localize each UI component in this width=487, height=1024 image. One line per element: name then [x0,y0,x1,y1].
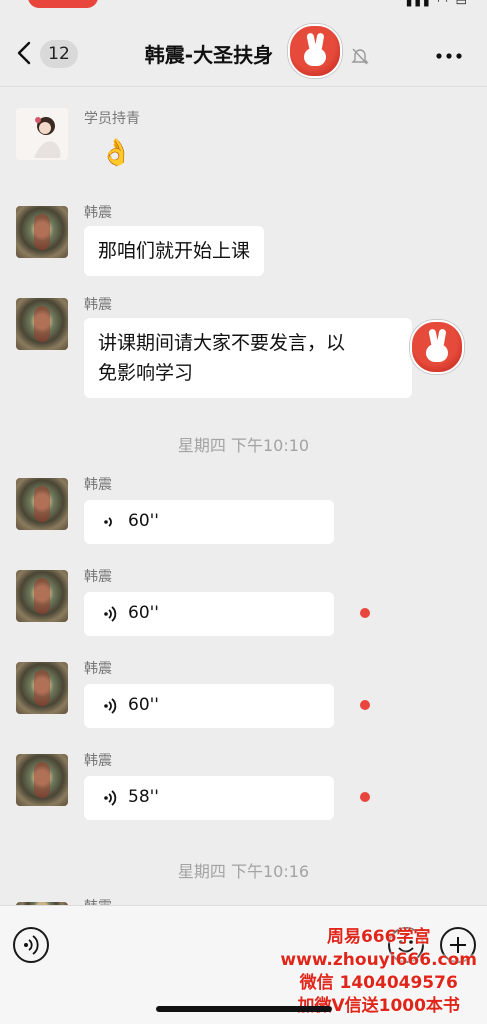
unread-dot [360,608,370,618]
rabbit-sticker-icon [288,24,342,78]
voice-input-icon [24,935,39,955]
avatar[interactable] [16,754,68,806]
voice-icon [104,517,112,527]
chat-header: 12 韩震-大圣扶身) [0,20,487,87]
voice-duration: 60'' [128,603,159,623]
message-line: 讲课期间请大家不要发言，以 [98,332,346,354]
chat-title-text: 韩震-大圣扶身 [144,43,274,67]
watermark: 周易666学宫 www.zhouyi666.com 微信 1404049576 … [280,926,477,1018]
avatar[interactable] [16,108,68,160]
status-icons: ▮▮▮ ◠ ▭ [405,0,469,8]
avatar[interactable] [16,570,68,622]
sender-name: 学员持青 [84,111,140,127]
home-indicator[interactable] [156,1006,332,1012]
message-bubble[interactable]: 那咱们就开始上课 [84,226,265,276]
voice-icon [104,790,117,806]
chat-title[interactable]: 韩震-大圣扶身) [0,40,487,70]
voice-icon [104,698,117,714]
message-bubble[interactable]: 讲课期间请大家不要发言，以 免影响学习 [84,318,412,398]
voice-duration: 58'' [128,787,159,807]
sender-name: 韩震 [84,205,112,221]
voice-bubble[interactable]: 60'' [84,684,334,728]
sender-name: 韩震 [84,661,112,677]
unread-dot [360,700,370,710]
avatar[interactable] [16,662,68,714]
timestamp: 星期四 下午10:16 [177,862,310,881]
avatar[interactable] [16,206,68,258]
avatar[interactable] [16,298,68,350]
voice-duration: 60'' [128,695,159,715]
voice-bubble[interactable]: 60'' [84,500,334,544]
message-line: 免影响学习 [98,362,194,384]
watermark-line: 微信 1404049576 [299,973,458,993]
ok-emoji: 👌 [100,138,133,168]
voice-input-button[interactable] [13,927,49,963]
timestamp: 星期四 下午10:10 [177,436,310,455]
sender-name: 韩震 [84,753,112,769]
voice-icon [104,606,117,622]
unread-dot [360,792,370,802]
watermark-line: www.zhouyi666.com [280,950,477,970]
voice-duration: 60'' [128,511,159,531]
sender-name: 韩震 [84,477,112,493]
rabbit-sticker-icon [410,320,464,374]
more-icon[interactable] [435,52,463,60]
chat-screen: ▮▮▮ ◠ ▭ 12 韩震-大圣扶身) [0,0,487,1024]
avatar[interactable] [16,478,68,530]
sender-name: 韩震 [84,569,112,585]
sender-name: 韩震 [84,297,112,313]
status-pill [28,0,98,8]
voice-bubble[interactable]: 58'' [84,776,334,820]
mute-icon [351,48,369,65]
watermark-line: 周易666学宫 [326,927,431,947]
voice-bubble[interactable]: 60'' [84,592,334,636]
girl-avatar-icon [16,108,68,160]
